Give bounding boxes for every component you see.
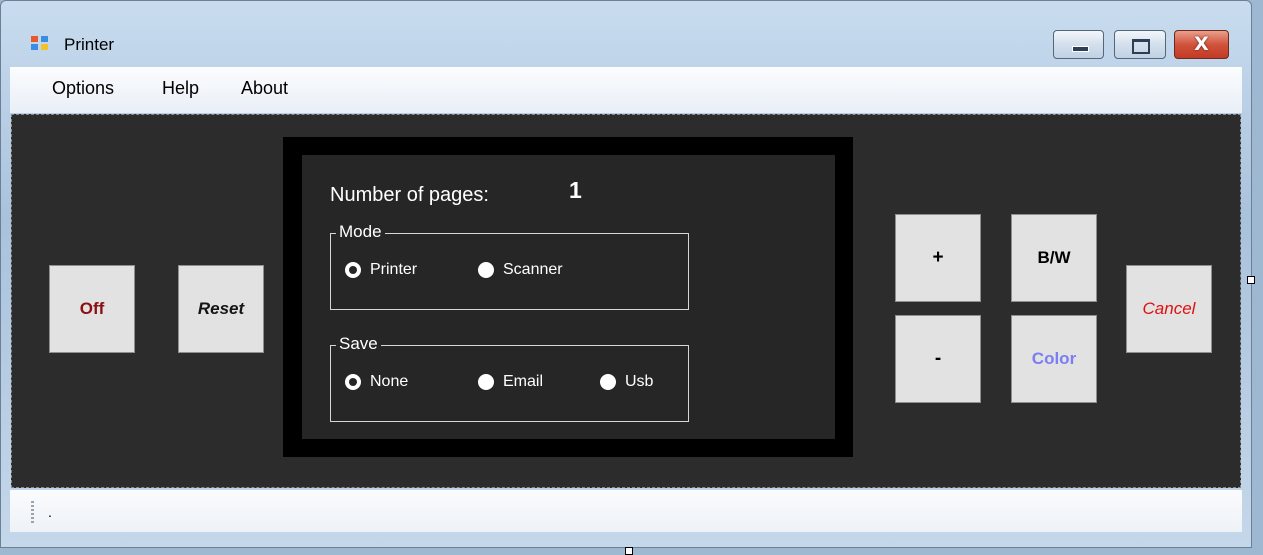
save-legend: Save	[336, 334, 381, 354]
status-bar: .	[10, 490, 1242, 532]
radio-unchecked-icon	[478, 262, 494, 278]
minimize-icon	[1072, 46, 1089, 52]
app-icon	[31, 36, 50, 51]
maximize-button[interactable]	[1114, 30, 1166, 59]
display-screen: Number of pages: 1 Mode Printer Scanner …	[283, 137, 853, 457]
close-button[interactable]: X	[1174, 30, 1229, 59]
radio-label: Printer	[370, 261, 418, 278]
radio-label: Email	[503, 373, 544, 390]
status-text: .	[48, 504, 52, 520]
application-window: Printer X Options Help About Off Reset N…	[0, 0, 1252, 548]
close-icon: X	[1194, 33, 1209, 55]
reset-button[interactable]: Reset	[178, 265, 264, 353]
radio-printer[interactable]: Printer	[345, 261, 417, 279]
radio-none[interactable]: None	[345, 373, 408, 391]
radio-unchecked-icon	[478, 374, 494, 390]
increase-pages-button[interactable]: +	[895, 214, 981, 302]
pages-label: Number of pages:	[330, 184, 489, 206]
resize-handle-right[interactable]	[1247, 276, 1255, 284]
radio-scanner[interactable]: Scanner	[478, 261, 563, 279]
decrease-pages-button[interactable]: -	[895, 315, 981, 403]
save-group: Save None Email Usb	[330, 334, 689, 422]
maximize-icon	[1132, 39, 1150, 54]
menu-item-options[interactable]: Options	[48, 76, 118, 101]
mode-group: Mode Printer Scanner	[330, 222, 689, 310]
grip-icon[interactable]	[31, 501, 34, 523]
mode-legend: Mode	[336, 222, 385, 242]
radio-checked-icon	[345, 262, 361, 278]
radio-label: Scanner	[503, 261, 563, 278]
window-title: Printer	[64, 35, 115, 54]
display-panel: Number of pages: 1 Mode Printer Scanner …	[302, 155, 835, 439]
color-button[interactable]: Color	[1011, 315, 1097, 403]
menu-bar: Options Help About	[10, 67, 1242, 113]
minimize-button[interactable]	[1053, 30, 1104, 59]
off-button[interactable]: Off	[49, 265, 135, 353]
menu-item-about[interactable]: About	[237, 76, 292, 101]
cancel-button[interactable]: Cancel	[1126, 265, 1212, 353]
bw-button[interactable]: B/W	[1011, 214, 1097, 302]
radio-unchecked-icon	[600, 374, 616, 390]
radio-checked-icon	[345, 374, 361, 390]
menu-item-help[interactable]: Help	[158, 76, 203, 101]
radio-usb[interactable]: Usb	[600, 373, 653, 391]
radio-email[interactable]: Email	[478, 373, 543, 391]
radio-label: Usb	[625, 373, 654, 390]
printer-panel: Off Reset Number of pages: 1 Mode Printe…	[11, 114, 1241, 488]
radio-label: None	[370, 373, 409, 390]
title-bar[interactable]: Printer X	[1, 1, 1251, 65]
pages-count: 1	[569, 177, 582, 203]
